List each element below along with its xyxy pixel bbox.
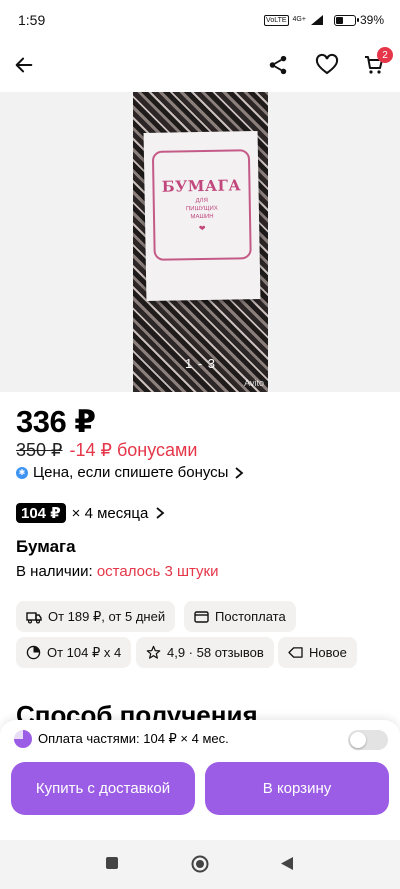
product-photo[interactable]: БУМАГА ДЛЯ ПИШУЩИХ МАШИН ❤ 1 - 3 Avito [133,92,268,392]
home-circle-icon [191,855,209,873]
photo-counter: 1 - 3 [184,356,216,371]
heart-icon [315,53,339,75]
square-icon [106,857,118,869]
home-button[interactable] [191,855,209,878]
installment-term: × 4 месяца [71,504,149,522]
installment-link[interactable]: 104 ₽ × 4 месяца [16,503,166,523]
sheet-subtitle-line-3: МАШИН [190,213,214,221]
share-icon [269,55,287,75]
buy-with-delivery-button[interactable]: Купить с доставкой [11,762,195,815]
condition-chip[interactable]: Новое [278,637,357,668]
stock-value: осталось 3 штуки [96,563,219,580]
old-price: 350 ₽ [16,440,63,460]
volte-icon: VoLTE [264,14,289,26]
delivery-chip[interactable]: От 189 ₽, от 5 дней [16,601,176,632]
bonus-note: Цена, если спишете бонусы [33,464,229,481]
status-time: 1:59 [18,12,46,28]
share-button[interactable] [263,50,293,80]
bottom-purchase-panel: Оплата частями: 104 ₽ × 4 мес. Купить с … [0,720,400,840]
installment-amount: 104 ₽ [16,503,66,523]
tag-icon [288,647,303,658]
rating-chip-label: 4,9 · 58 отзывов [167,645,264,660]
battery-icon [333,14,359,26]
paper-sheet-image: БУМАГА ДЛЯ ПИШУЩИХ МАШИН ❤ [143,131,261,301]
truck-icon [26,611,42,624]
parts-progress-icon [14,730,32,748]
parts-chip[interactable]: От 104 ₽ x 4 [16,637,132,668]
battery-level [335,16,343,24]
sheet-title: БУМАГА [161,176,242,196]
triangle-back-icon [281,857,293,870]
postpay-chip[interactable]: Постоплата [184,601,296,632]
back-button[interactable] [9,50,39,80]
battery-percent: 39% [359,13,384,27]
favorite-button[interactable] [312,50,342,80]
bonus-price-link[interactable]: ✱ Цена, если спишете бонусы [16,464,245,481]
old-price-row: 350 ₽ -14 ₽ бонусами [16,440,197,461]
installment-icon [26,645,41,660]
avito-watermark: Avito [244,378,264,388]
cart-button[interactable]: 2 [359,47,393,80]
bonus-icon: ✱ [16,466,28,479]
cart-count-badge: 2 [377,47,393,63]
stock-label: В наличии: [16,563,93,580]
status-bar: 1:59 VoLTE 4G+ 39% [0,0,400,40]
current-price: 336 ₽ [16,404,96,439]
chevron-right-icon [156,507,165,519]
add-to-cart-button[interactable]: В корзину [205,762,389,815]
parts-text: Оплата частями: 104 ₽ × 4 мес. [38,731,229,746]
status-indicators: VoLTE 4G+ 39% [264,13,384,27]
toggle-knob [350,732,366,748]
network-type-icon: 4G+ [292,16,306,23]
postpay-chip-label: Постоплата [215,609,286,624]
parts-payment-row: Оплата частями: 104 ₽ × 4 мес. [14,730,229,748]
arrow-left-icon [15,57,33,73]
bonus-discount: -14 ₽ бонусами [69,440,198,460]
stock-status: В наличии: осталось 3 штуки [16,563,219,580]
parts-toggle[interactable] [348,730,388,750]
star-icon [146,645,161,659]
signal-icon [310,15,323,25]
chevron-right-icon [235,466,244,479]
sheet-subtitle: ДЛЯ ПИШУЩИХ МАШИН [186,197,218,222]
rating-chip[interactable]: 4,9 · 58 отзывов [136,637,274,668]
photo-gallery[interactable]: БУМАГА ДЛЯ ПИШУЩИХ МАШИН ❤ 1 - 3 Avito [0,92,400,392]
sheet-label-frame: БУМАГА ДЛЯ ПИШУЩИХ МАШИН ❤ [151,149,252,261]
recents-button[interactable] [105,856,119,875]
product-title: Бумага [16,537,76,556]
delivery-chip-label: От 189 ₽, от 5 дней [48,608,166,624]
app-bar: 2 [0,40,400,90]
condition-chip-label: Новое [309,645,347,660]
sheet-heart-icon: ❤ [198,223,206,234]
parts-chip-label: От 104 ₽ x 4 [47,644,122,660]
system-nav-bar [0,840,400,889]
card-icon [194,610,209,623]
back-nav-button[interactable] [280,856,294,876]
